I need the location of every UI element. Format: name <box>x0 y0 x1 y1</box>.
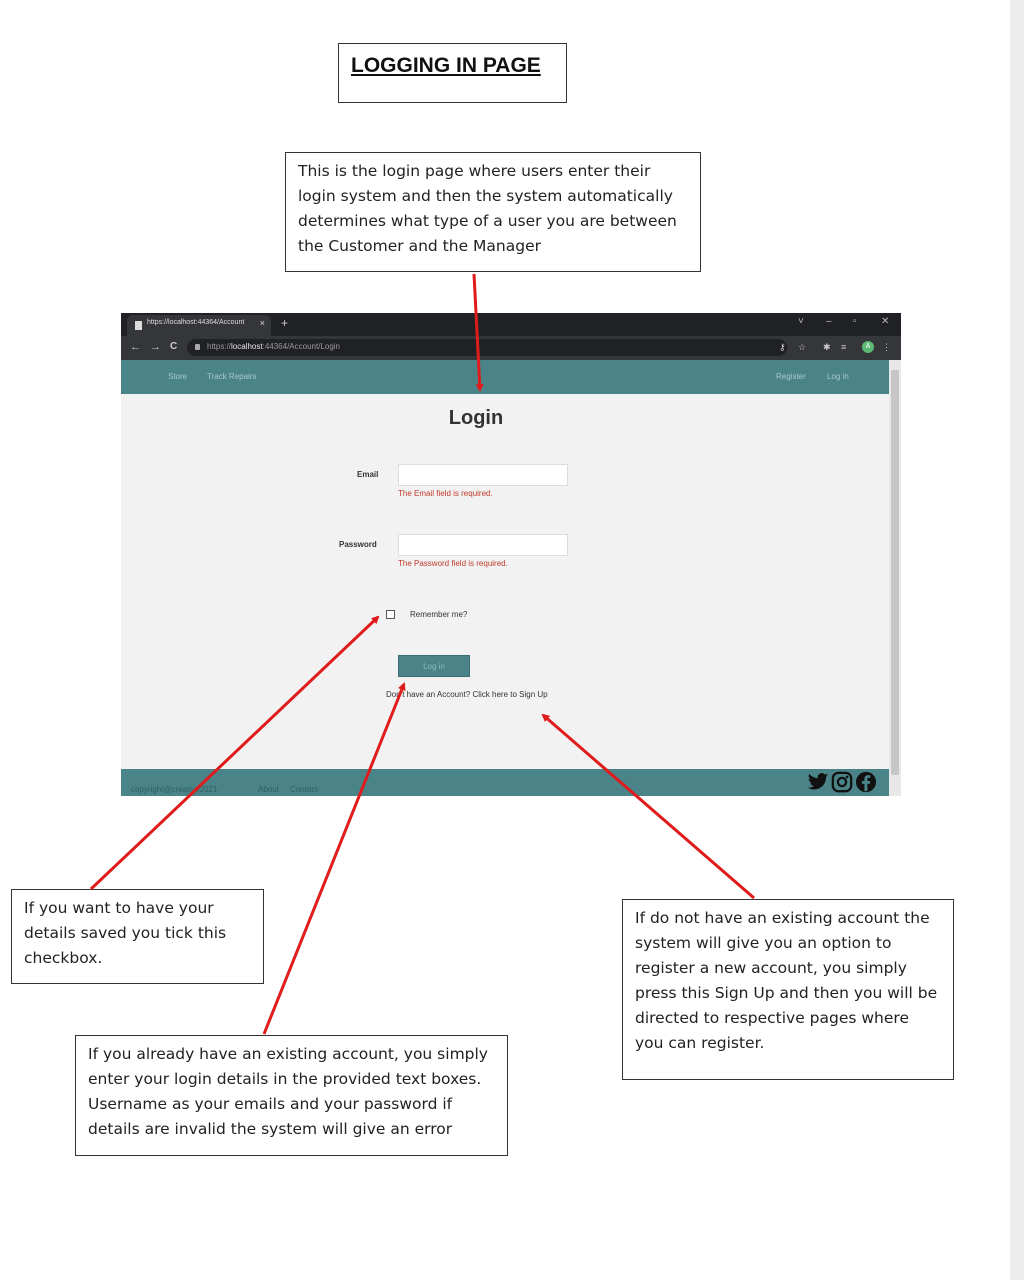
annotation-arrows <box>89 273 755 1035</box>
arrow-to-login-button <box>262 682 406 1035</box>
arrow-to-login-page <box>472 273 484 392</box>
arrow-to-checkbox <box>89 615 380 891</box>
arrow-to-sign-up <box>541 713 755 900</box>
